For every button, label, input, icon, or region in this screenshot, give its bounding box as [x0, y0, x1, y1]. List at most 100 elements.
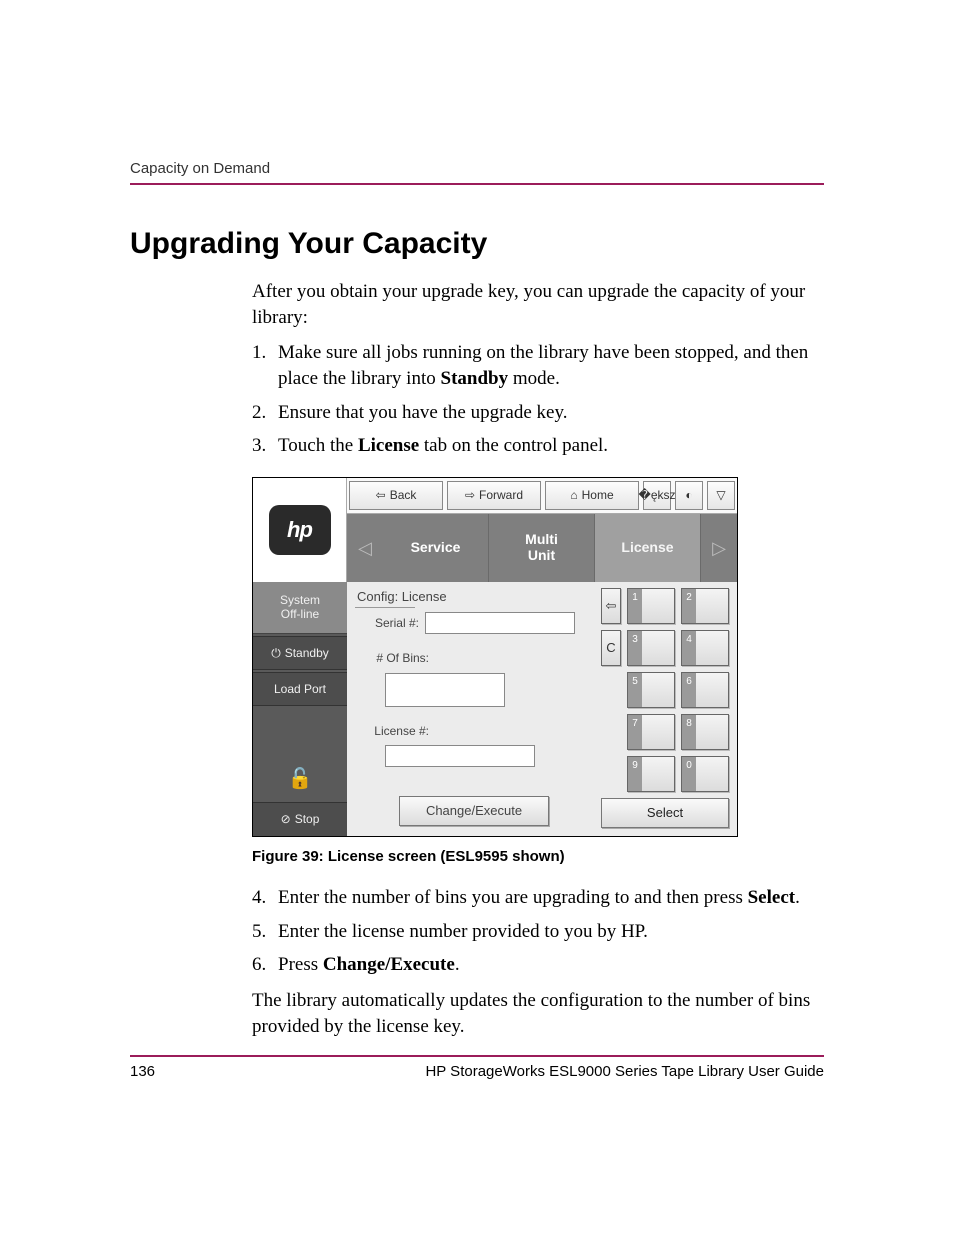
forward-button[interactable]: ⇨ Forward: [447, 481, 541, 510]
step-number: 1.: [252, 340, 278, 391]
key-label: 2: [682, 589, 696, 623]
bins-label: # Of Bins:: [355, 650, 429, 666]
load-port-button[interactable]: Load Port: [253, 672, 347, 706]
serial-label: Serial #:: [355, 615, 419, 631]
config-title: Config: License: [355, 588, 593, 606]
step-item: 2. Ensure that you have the upgrade key.: [252, 400, 824, 426]
clear-label: C: [602, 631, 620, 665]
standby-label: Standby: [285, 645, 329, 661]
closing-paragraph: The library automatically updates the co…: [252, 988, 824, 1039]
tab-multi-unit[interactable]: Multi Unit: [489, 514, 595, 582]
keypad-clear[interactable]: C: [601, 630, 621, 666]
brightness-down-button[interactable]: ▽: [707, 481, 735, 510]
step-number: 3.: [252, 433, 278, 459]
bins-input[interactable]: [385, 673, 505, 707]
page-number: 136: [130, 1063, 155, 1080]
home-label: Home: [582, 487, 614, 503]
license-label: License #:: [355, 723, 429, 739]
serial-input[interactable]: [425, 612, 575, 634]
step-text-bold: License: [358, 435, 419, 456]
intro-paragraph: After you obtain your upgrade key, you c…: [252, 279, 824, 330]
sidebar: System Off-line ⏻ Standby Load Port 🔓: [253, 582, 347, 836]
steps-list-a: 1. Make sure all jobs running on the lib…: [252, 340, 824, 459]
change-execute-button[interactable]: Change/Execute: [399, 796, 549, 826]
keypad-8[interactable]: 8: [681, 714, 729, 750]
running-head: Capacity on Demand: [130, 160, 824, 185]
step-item: 5. Enter the license number provided to …: [252, 919, 824, 945]
screenshot-panel: hp ⇦ Back ⇨ Forward: [252, 477, 738, 837]
status-line2: Off-line: [281, 607, 319, 621]
arrow-left-icon: ⇦: [376, 487, 386, 503]
steps-list-b: 4. Enter the number of bins you are upgr…: [252, 885, 824, 978]
status-line1: System: [280, 593, 320, 607]
step-number: 5.: [252, 919, 278, 945]
page-title: Upgrading Your Capacity: [130, 227, 824, 261]
step-text-post: tab on the control panel.: [419, 435, 608, 456]
title-underline: [355, 607, 415, 608]
step-item: 6. Press Change/Execute.: [252, 952, 824, 978]
system-status: System Off-line: [253, 582, 347, 634]
figure-license-screen: hp ⇦ Back ⇨ Forward: [252, 477, 824, 867]
step-text: Enter the number of bins you are upgradi…: [278, 885, 824, 911]
key-label: 1: [628, 589, 642, 623]
license-input[interactable]: [385, 745, 535, 767]
tab-service[interactable]: Service: [383, 514, 489, 582]
step-text: Enter the license number provided to you…: [278, 919, 824, 945]
keypad-0[interactable]: 0: [681, 756, 729, 792]
keypad-3[interactable]: 3: [627, 630, 675, 666]
step-text-pre: Touch the: [278, 435, 358, 456]
key-label: 8: [682, 715, 696, 749]
back-button[interactable]: ⇦ Back: [349, 481, 443, 510]
tab-scroll-right[interactable]: ▷: [701, 514, 737, 582]
keypad-6[interactable]: 6: [681, 672, 729, 708]
select-button[interactable]: Select: [601, 798, 729, 828]
page-footer: 136 HP StorageWorks ESL9000 Series Tape …: [130, 1055, 824, 1080]
keypad-9[interactable]: 9: [627, 756, 675, 792]
home-button[interactable]: ⌂ Home: [545, 481, 639, 510]
brightness-up-icon: �ększ: [639, 487, 676, 503]
key-label: 7: [628, 715, 642, 749]
keypad-5[interactable]: 5: [627, 672, 675, 708]
keypad-1[interactable]: 1: [627, 588, 675, 624]
figure-caption: Figure 39: License screen (ESL9595 shown…: [252, 847, 824, 867]
step-text: Touch the License tab on the control pan…: [278, 433, 824, 459]
step-item: 4. Enter the number of bins you are upgr…: [252, 885, 824, 911]
stop-button[interactable]: ⊘ Stop: [253, 802, 347, 836]
keypad-4[interactable]: 4: [681, 630, 729, 666]
stop-icon: ⊘: [281, 811, 291, 827]
step-text: Make sure all jobs running on the librar…: [278, 340, 824, 391]
brightness-up-button[interactable]: �ększ: [643, 481, 671, 510]
power-icon: ⏻: [271, 645, 281, 661]
tab-scroll-left[interactable]: ◁: [347, 514, 383, 582]
back-label: Back: [390, 487, 417, 503]
doc-title: HP StorageWorks ESL9000 Series Tape Libr…: [425, 1063, 824, 1080]
keypad-7[interactable]: 7: [627, 714, 675, 750]
step-text-pre: Ensure that you have the upgrade key.: [278, 402, 567, 423]
step-text-bold: Change/Execute: [323, 954, 455, 975]
step-text-post: .: [795, 887, 800, 908]
step-text-bold: Select: [748, 887, 795, 908]
step-item: 1. Make sure all jobs running on the lib…: [252, 340, 824, 391]
step-text-pre: Press: [278, 954, 323, 975]
key-label: 0: [682, 757, 696, 791]
home-icon: ⌂: [570, 487, 577, 503]
unlock-icon: 🔓: [288, 766, 313, 793]
step-text-post: mode.: [508, 368, 560, 389]
backspace-icon: ⇦: [602, 589, 620, 623]
contrast-icon: ◐: [685, 487, 692, 503]
step-number: 6.: [252, 952, 278, 978]
key-label: 3: [628, 631, 642, 665]
step-text-pre: Enter the number of bins you are upgradi…: [278, 887, 748, 908]
forward-label: Forward: [479, 487, 523, 503]
step-text: Press Change/Execute.: [278, 952, 824, 978]
tab-license[interactable]: License: [595, 514, 701, 582]
keypad-2[interactable]: 2: [681, 588, 729, 624]
key-label: 4: [682, 631, 696, 665]
keypad-backspace[interactable]: ⇦: [601, 588, 621, 624]
step-text: Ensure that you have the upgrade key.: [278, 400, 824, 426]
step-number: 2.: [252, 400, 278, 426]
toolbar: ⇦ Back ⇨ Forward ⌂ Home: [347, 478, 737, 514]
step-number: 4.: [252, 885, 278, 911]
standby-button[interactable]: ⏻ Standby: [253, 636, 347, 670]
contrast-button[interactable]: ◐: [675, 481, 703, 510]
